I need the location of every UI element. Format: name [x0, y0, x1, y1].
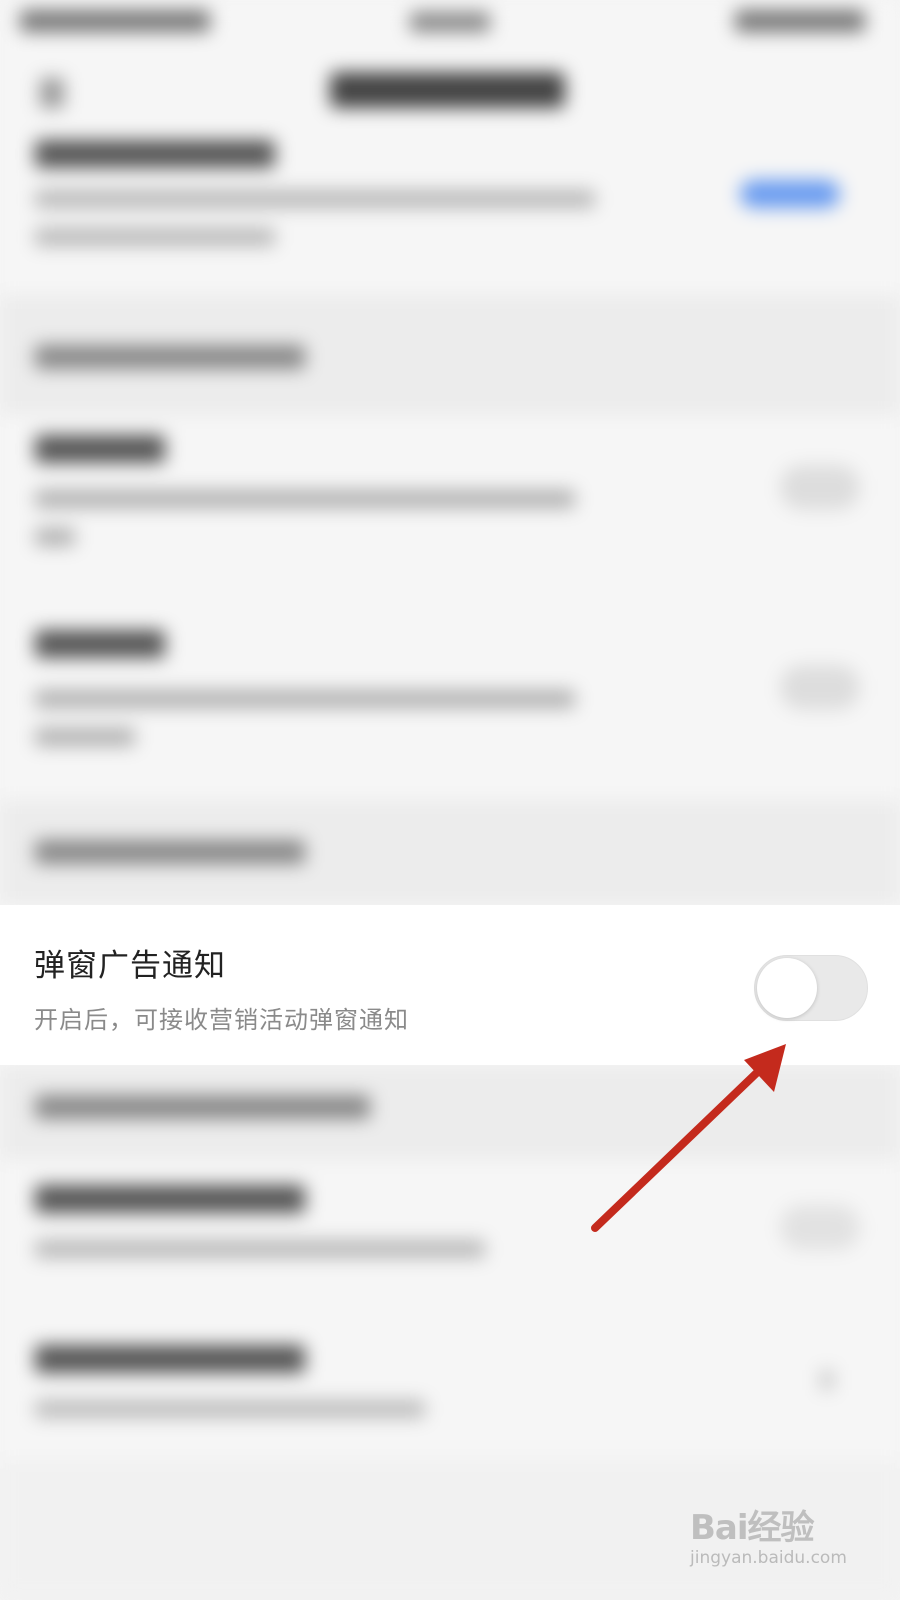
setting-description: 开启后，可接收营销活动弹窗通知: [34, 1006, 409, 1034]
status-bar-battery: [735, 10, 865, 32]
page-title: [330, 72, 565, 108]
list-item-text: [35, 690, 575, 708]
setting-title: 弹窗广告通知: [34, 948, 226, 984]
toggle-knob: [757, 958, 817, 1018]
group-header: [35, 345, 305, 369]
list-item-title: [35, 630, 165, 658]
baidu-jingyan-watermark: Bai经验 jingyan.baidu.com: [690, 1500, 860, 1580]
status-bar: [20, 10, 210, 32]
watermark-url: jingyan.baidu.com: [690, 1548, 847, 1568]
list-item-text: [35, 728, 135, 746]
group-header: [35, 840, 305, 864]
list-item-toggle[interactable]: [780, 465, 860, 510]
list-item-toggle[interactable]: [780, 1205, 860, 1250]
status-bar-time: [410, 12, 490, 32]
chevron-right-icon[interactable]: [820, 1370, 834, 1390]
list-item-text: [35, 1240, 485, 1258]
section-text: [35, 228, 275, 246]
list-item-text: [35, 490, 575, 508]
list-item-title: [35, 1345, 305, 1373]
back-icon[interactable]: [40, 78, 64, 108]
section-heading: [35, 140, 275, 168]
blurred-background: [0, 0, 900, 1600]
section-text: [35, 190, 595, 208]
popup-ad-toggle[interactable]: [754, 955, 868, 1021]
list-item-title: [35, 1185, 305, 1213]
group-header: [35, 1095, 370, 1119]
list-item-text: [35, 1400, 425, 1418]
list-item-title: [35, 435, 165, 463]
blue-button[interactable]: [740, 180, 840, 208]
list-item-text: [35, 528, 75, 546]
list-item-toggle[interactable]: [780, 665, 860, 710]
watermark-brand: Bai经验: [690, 1508, 815, 1548]
